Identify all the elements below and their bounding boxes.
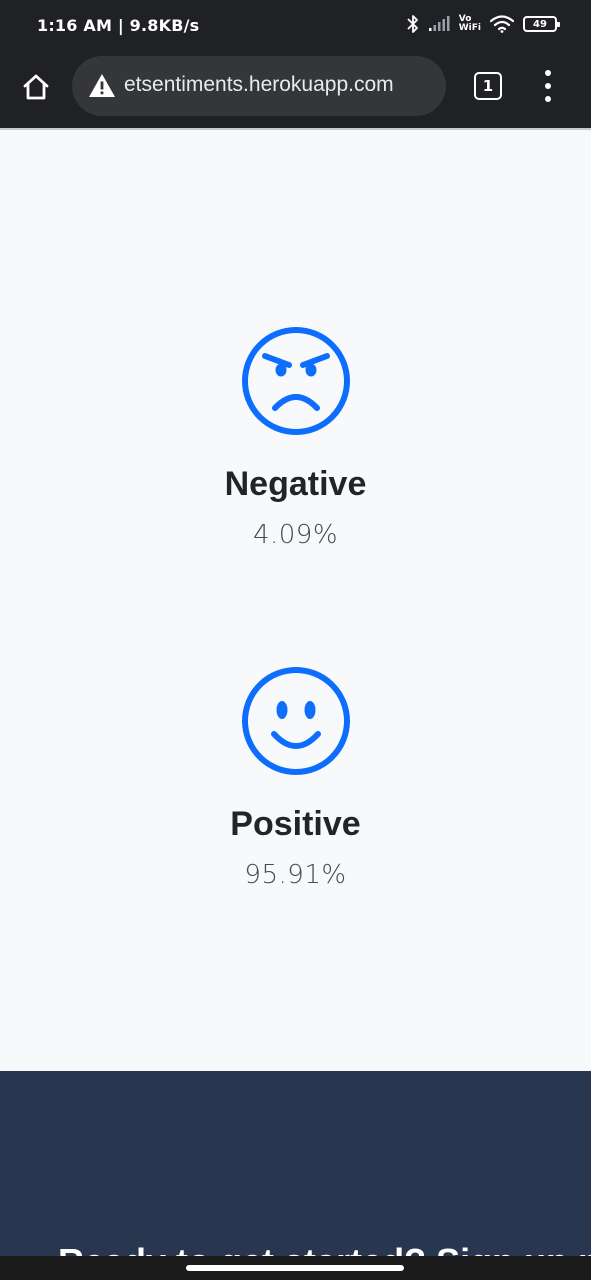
- status-network-speed: 9.8KB/s: [129, 16, 200, 35]
- home-icon: [23, 74, 49, 100]
- status-left: 1:16 AM | 9.8KB/s: [37, 16, 200, 35]
- positive-percentage: 95.91%: [244, 860, 347, 890]
- more-vert-icon[interactable]: [540, 70, 556, 102]
- negative-result: Negative 4.09%: [0, 326, 591, 550]
- tab-switcher-button[interactable]: 1: [474, 72, 502, 100]
- home-button[interactable]: [18, 69, 54, 105]
- smiling-face-icon: [241, 667, 350, 775]
- url-text[interactable]: etsentiments.herokuapp.com: [124, 73, 439, 97]
- cellular-signal-icon: [428, 16, 450, 32]
- browser-toolbar: etsentiments.herokuapp.com 1: [0, 56, 591, 128]
- status-icons: Vo WiFi 49: [407, 14, 560, 34]
- negative-label: Negative: [224, 465, 367, 503]
- volte-line2: WiFi: [458, 23, 481, 33]
- tab-count: 1: [482, 77, 494, 95]
- home-indicator[interactable]: [186, 1265, 404, 1271]
- volte-indicator: Vo WiFi: [459, 15, 481, 33]
- positive-result: Positive 95.91%: [0, 666, 591, 890]
- navigation-bar: [0, 1256, 591, 1280]
- bluetooth-icon: [407, 14, 419, 34]
- status-bar: 1:16 AM | 9.8KB/s Vo WiFi 49: [0, 0, 591, 56]
- angry-face-icon: [241, 327, 350, 435]
- call-to-action-section: Ready to get started? Sign up now.: [0, 1071, 591, 1280]
- url-bar[interactable]: etsentiments.herokuapp.com: [72, 56, 446, 116]
- positive-label: Positive: [230, 805, 361, 843]
- warning-icon[interactable]: [88, 73, 116, 98]
- status-time: 1:16 AM: [37, 16, 113, 35]
- battery-icon: 49: [523, 16, 560, 32]
- negative-percentage: 4.09%: [252, 520, 339, 550]
- sentiment-results: Negative 4.09% Positive 95.91%: [0, 130, 591, 1071]
- wifi-icon: [490, 15, 514, 33]
- battery-level: 49: [533, 18, 547, 30]
